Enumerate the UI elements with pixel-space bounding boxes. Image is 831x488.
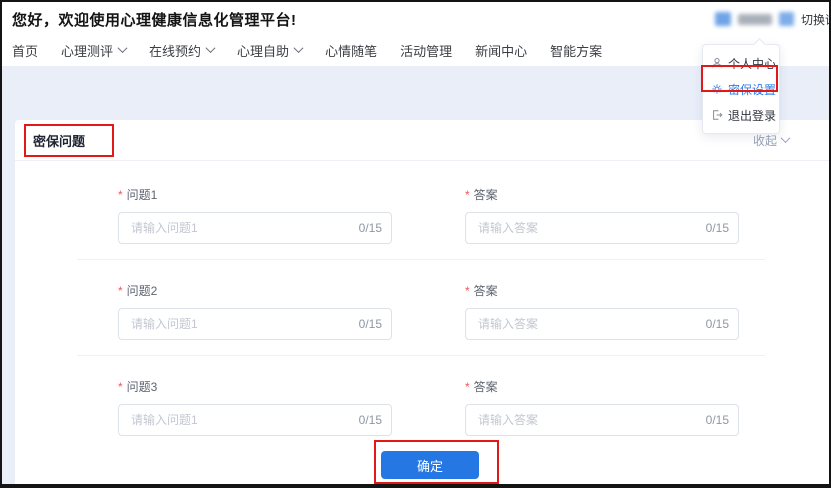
answer3-field: * 答案 0/15	[465, 380, 739, 436]
row-divider	[77, 355, 765, 356]
chevron-down-icon	[206, 43, 216, 53]
field-label: * 问题3	[118, 380, 392, 395]
required-marker: *	[465, 284, 470, 298]
question2-input[interactable]	[118, 308, 392, 340]
label-text: 问题3	[127, 380, 158, 394]
app-window: 您好，欢迎使用心理健康信息化管理平台! 切换语 首页 心理测评 在线预约 心理自…	[0, 0, 831, 488]
char-counter: 0/15	[359, 221, 382, 235]
nav-label: 新闻中心	[475, 41, 527, 60]
question2-field: * 问题2 0/15	[118, 284, 392, 340]
field-label: * 答案	[465, 380, 739, 395]
user-info-area[interactable]: 切换语	[715, 11, 829, 28]
form-row-1: * 问题1 0/15 * 答案 0/15	[15, 188, 829, 244]
nav-item-mood-notes[interactable]: 心情随笔	[325, 41, 377, 60]
question3-field: * 问题3 0/15	[118, 380, 392, 436]
nav-label: 在线预约	[149, 41, 201, 60]
question3-input[interactable]	[118, 404, 392, 436]
nav-label: 心情随笔	[325, 41, 377, 60]
language-icon-blurred[interactable]	[779, 12, 794, 26]
field-label: * 问题2	[118, 284, 392, 299]
nav-label: 心理测评	[61, 41, 113, 60]
user-name-blurred	[738, 14, 772, 25]
menu-label: 密保设置	[728, 81, 776, 98]
nav-label: 活动管理	[400, 41, 452, 60]
input-wrapper: 0/15	[465, 212, 739, 244]
input-wrapper: 0/15	[118, 308, 392, 340]
menu-item-logout[interactable]: 退出登录	[703, 102, 779, 128]
user-dropdown-menu: 个人中心 密保设置 退出登录	[702, 44, 780, 134]
input-wrapper: 0/15	[465, 404, 739, 436]
nav-item-smart-plan[interactable]: 智能方案	[550, 41, 602, 60]
label-text: 问题1	[127, 188, 158, 202]
nav-label: 智能方案	[550, 41, 602, 60]
person-icon	[711, 57, 723, 69]
logout-icon	[711, 109, 723, 121]
answer2-field: * 答案 0/15	[465, 284, 739, 340]
nav-item-news[interactable]: 新闻中心	[475, 41, 527, 60]
required-marker: *	[118, 188, 123, 202]
nav-label: 心理自助	[237, 41, 289, 60]
char-counter: 0/15	[706, 413, 729, 427]
nav-item-assessment[interactable]: 心理测评	[61, 41, 126, 60]
chevron-down-icon	[118, 43, 128, 53]
top-header: 您好，欢迎使用心理健康信息化管理平台! 切换语	[2, 2, 829, 34]
required-marker: *	[465, 380, 470, 394]
menu-item-personal-center[interactable]: 个人中心	[703, 50, 779, 76]
label-text: 问题2	[127, 284, 158, 298]
nav-item-home[interactable]: 首页	[12, 41, 38, 60]
answer3-input[interactable]	[465, 404, 739, 436]
answer1-field: * 答案 0/15	[465, 188, 739, 244]
field-label: * 答案	[465, 284, 739, 299]
question1-input[interactable]	[118, 212, 392, 244]
form-row-3: * 问题3 0/15 * 答案 0/15	[15, 380, 829, 436]
char-counter: 0/15	[706, 221, 729, 235]
input-wrapper: 0/15	[118, 404, 392, 436]
input-wrapper: 0/15	[465, 308, 739, 340]
char-counter: 0/15	[359, 317, 382, 331]
gear-icon	[711, 83, 723, 95]
required-marker: *	[465, 188, 470, 202]
page-title: 您好，欢迎使用心理健康信息化管理平台!	[12, 9, 297, 30]
security-question-panel: 密保问题 收起 * 问题1 0/15 * 答案	[15, 120, 829, 484]
chevron-down-icon	[294, 43, 304, 53]
label-text: 答案	[474, 188, 498, 202]
user-avatar-blurred[interactable]	[715, 12, 731, 26]
menu-label: 个人中心	[728, 55, 776, 72]
confirm-button[interactable]: 确定	[381, 451, 479, 479]
row-divider	[77, 259, 765, 260]
answer2-input[interactable]	[465, 308, 739, 340]
nav-item-activities[interactable]: 活动管理	[400, 41, 452, 60]
char-counter: 0/15	[706, 317, 729, 331]
menu-item-security-settings[interactable]: 密保设置	[703, 76, 779, 102]
input-wrapper: 0/15	[118, 212, 392, 244]
form-row-2: * 问题2 0/15 * 答案 0/15	[15, 284, 829, 340]
answer1-input[interactable]	[465, 212, 739, 244]
char-counter: 0/15	[359, 413, 382, 427]
required-marker: *	[118, 380, 123, 394]
field-label: * 问题1	[118, 188, 392, 203]
menu-label: 退出登录	[728, 107, 776, 124]
question1-field: * 问题1 0/15	[118, 188, 392, 244]
language-switch-label[interactable]: 切换语	[801, 11, 831, 28]
panel-title: 密保问题	[33, 131, 85, 150]
required-marker: *	[118, 284, 123, 298]
collapse-label: 收起	[753, 132, 777, 149]
label-text: 答案	[474, 380, 498, 394]
collapse-toggle[interactable]: 收起	[753, 132, 789, 149]
chevron-down-icon	[781, 133, 791, 143]
submit-row: 确定	[15, 451, 829, 479]
nav-item-selfhelp[interactable]: 心理自助	[237, 41, 302, 60]
nav-label: 首页	[12, 41, 38, 60]
field-label: * 答案	[465, 188, 739, 203]
nav-item-booking[interactable]: 在线预约	[149, 41, 214, 60]
label-text: 答案	[474, 284, 498, 298]
